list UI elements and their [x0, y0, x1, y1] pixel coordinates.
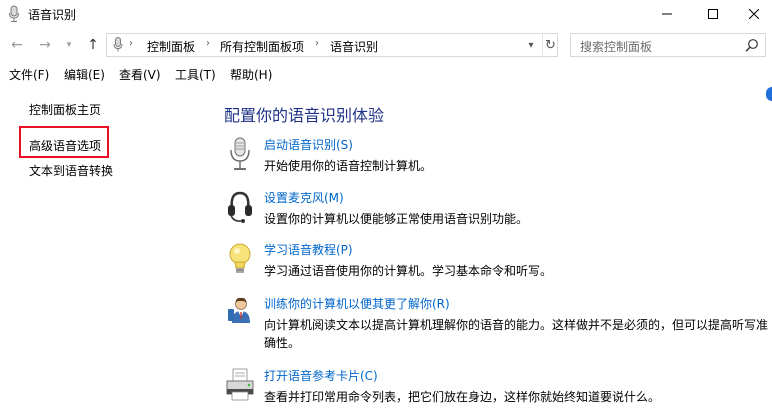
refresh-icon: ↻ — [545, 37, 556, 53]
breadcrumb-all-items[interactable]: 所有控制面板项 — [220, 38, 304, 55]
refresh-button[interactable]: ↻ — [542, 34, 558, 56]
speech-tutorial-link[interactable]: 学习语音教程(P) — [264, 241, 353, 258]
task-description: 设置你的计算机以便能够正常使用语音识别功能。 — [264, 212, 529, 226]
address-bar[interactable]: › 控制面板 › 所有控制面板项 › 语音识别 ▾ ↻ — [106, 33, 558, 57]
chevron-down-icon: ▾ — [66, 40, 72, 50]
menu-help[interactable]: 帮助(H) — [230, 66, 272, 83]
user-training-icon — [228, 297, 250, 323]
menu-edit[interactable]: 编辑(E) — [64, 66, 105, 83]
microphone-icon — [113, 37, 123, 52]
menu-bar: 文件(F) 编辑(E) 查看(V) 工具(T) 帮助(H) — [0, 62, 772, 86]
set-up-microphone-link[interactable]: 设置麦克风(M) — [264, 189, 344, 206]
task-description: 开始使用你的语音控制计算机。 — [264, 159, 433, 173]
sidebar: 控制面板主页 高级语音选项 文本到语音转换 — [0, 86, 200, 419]
breadcrumb-speech-recognition[interactable]: 语音识别 — [330, 38, 378, 55]
recent-locations-button[interactable]: ▾ — [60, 36, 78, 54]
arrow-left-icon: ← — [11, 37, 23, 53]
headset-icon — [228, 191, 252, 223]
close-button[interactable] — [736, 0, 772, 28]
arrow-right-icon: → — [39, 37, 51, 53]
arrow-up-icon: ↑ — [87, 37, 99, 53]
page-title: 配置你的语音识别体验 — [224, 106, 385, 125]
start-speech-recognition-link[interactable]: 启动语音识别(S) — [264, 136, 353, 153]
title-bar: 语音识别 — [0, 0, 772, 28]
close-icon — [749, 9, 759, 19]
train-computer-link[interactable]: 训练你的计算机以便其更了解你(R) — [264, 295, 450, 312]
menu-file[interactable]: 文件(F) — [9, 66, 49, 83]
maximize-icon — [708, 9, 718, 19]
breadcrumb-separator[interactable]: › — [129, 38, 133, 49]
search-icon — [745, 39, 758, 52]
minimize-icon — [662, 13, 672, 15]
minimize-button[interactable] — [644, 0, 690, 28]
sidebar-item-control-panel-home[interactable]: 控制面板主页 — [29, 101, 101, 118]
breadcrumb-control-panel[interactable]: 控制面板 — [147, 38, 195, 55]
menu-view[interactable]: 查看(V) — [119, 66, 161, 83]
open-reference-card-link[interactable]: 打开语音参考卡片(C) — [264, 367, 378, 384]
window-title: 语音识别 — [28, 8, 77, 22]
microphone-icon — [230, 137, 250, 170]
task-description: 向计算机阅读文本以提高计算机理解你的语音的能力。这样做并不是必须的，但可以提高听… — [264, 318, 769, 350]
printer-icon — [226, 368, 254, 401]
navigation-bar: ← → ▾ ↑ › 控制面板 › 所有控制面板项 › 语音识别 ▾ ↻ 搜索控制… — [0, 30, 772, 60]
forward-button[interactable]: → — [36, 36, 54, 54]
microphone-icon — [9, 5, 19, 22]
main-content: 配置你的语音识别体验 启动语音识别(S) 开始使用你的语音控制计算机。 设置麦克… — [200, 86, 772, 419]
maximize-button[interactable] — [690, 0, 736, 28]
up-button[interactable]: ↑ — [84, 36, 102, 54]
chevron-down-icon: ▾ — [528, 39, 534, 51]
back-button[interactable]: ← — [8, 36, 26, 54]
menu-tools[interactable]: 工具(T) — [175, 66, 216, 83]
sidebar-item-text-to-speech[interactable]: 文本到语音转换 — [29, 162, 113, 179]
search-input[interactable]: 搜索控制面板 — [570, 33, 766, 57]
breadcrumb-separator[interactable]: › — [206, 38, 210, 49]
sidebar-item-advanced-speech-options[interactable]: 高级语音选项 — [29, 137, 101, 154]
breadcrumb-separator[interactable]: › — [315, 38, 319, 49]
search-placeholder: 搜索控制面板 — [580, 40, 653, 54]
task-description: 查看并打印常用命令列表，把它们放在身边，这样你就始终知道要说什么。 — [264, 390, 661, 404]
address-dropdown-button[interactable]: ▾ — [524, 38, 538, 52]
help-indicator[interactable] — [766, 87, 772, 101]
task-description: 学习通过语音使用你的计算机。学习基本命令和听写。 — [264, 264, 553, 278]
lightbulb-icon — [229, 243, 251, 273]
